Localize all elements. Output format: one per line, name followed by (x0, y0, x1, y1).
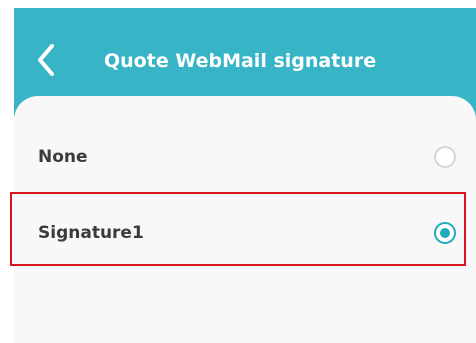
chevron-left-icon (38, 44, 54, 76)
option-label: None (38, 147, 88, 167)
back-button[interactable] (30, 38, 66, 82)
radio-button-unselected[interactable] (434, 146, 456, 168)
option-label: Signature1 (38, 223, 144, 243)
screen: Quote WebMail signature None Signature1 (0, 0, 476, 343)
signature-option-signature1[interactable]: Signature1 (14, 204, 476, 262)
radio-selected-dot (440, 228, 450, 238)
page-title: Quote WebMail signature (104, 50, 377, 72)
options-panel: None Signature1 (14, 96, 476, 343)
signature-option-none[interactable]: None (14, 128, 476, 186)
radio-button-selected[interactable] (434, 222, 456, 244)
